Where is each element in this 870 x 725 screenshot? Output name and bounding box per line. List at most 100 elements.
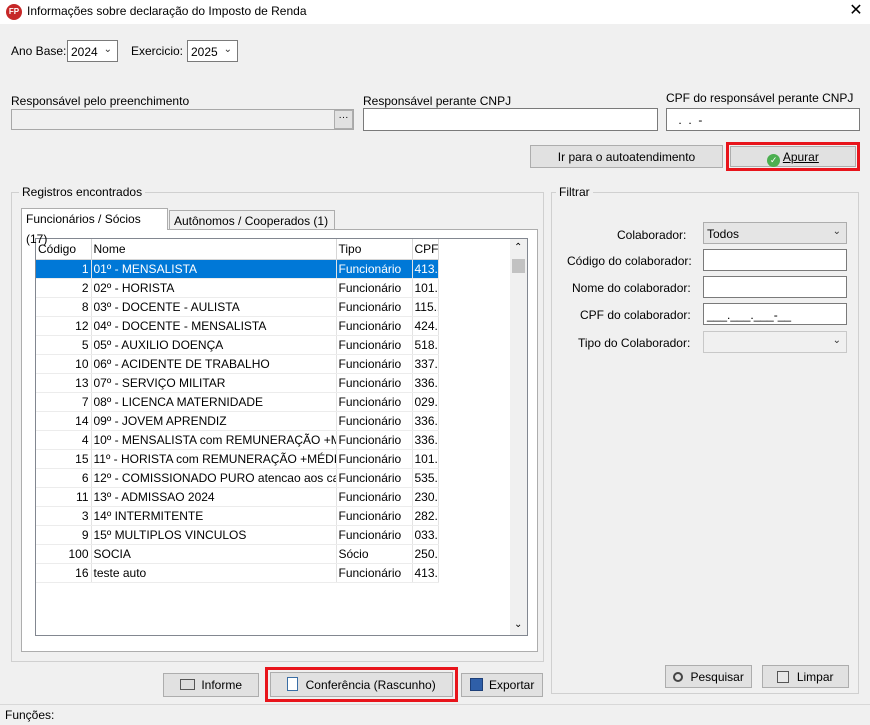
- cell-codigo: 15: [36, 449, 92, 469]
- resp-preenchimento-label: Responsável pelo preenchimento: [11, 94, 190, 108]
- col-nome[interactable]: Nome: [91, 239, 337, 260]
- funcoes-label: Funções:: [5, 708, 55, 722]
- table-row[interactable]: 202º - HORISTAFuncionário101.2: [36, 278, 439, 298]
- table-row[interactable]: 1409º - JOVEM APRENDIZFuncionário336.0: [36, 411, 439, 431]
- cell-codigo: 10: [36, 354, 92, 374]
- table-row[interactable]: 612º - COMISSIONADO PURO atencao aos cam…: [36, 468, 439, 488]
- cpf-resp-value: . . -: [675, 113, 703, 127]
- scroll-up-icon[interactable]: ⌃: [514, 242, 522, 253]
- cell-nome: 09º - JOVEM APRENDIZ: [91, 411, 337, 431]
- conferencia-label: Conferência (Rascunho): [305, 678, 436, 692]
- table-row[interactable]: 101º - MENSALISTAFuncionário413.5: [36, 259, 439, 279]
- ano-base-select[interactable]: 2024 ⌄: [67, 40, 118, 62]
- table-row[interactable]: 1307º - SERVIÇO MILITARFuncionário336.0: [36, 373, 439, 393]
- col-tipo[interactable]: Tipo: [336, 239, 413, 260]
- registros-grid[interactable]: Código Nome Tipo CPF 1 01º - MENSALISTA Fu…: [35, 238, 528, 636]
- cell-tipo: Funcionário: [336, 506, 413, 526]
- title-bar: FP Informações sobre declaração do Impos…: [0, 0, 870, 24]
- exportar-button[interactable]: Exportar: [461, 673, 543, 697]
- table-row[interactable]: 803º - DOCENTE - AULISTAFuncionário115.1: [36, 297, 439, 317]
- chevron-down-icon: ⌄: [223, 44, 232, 55]
- cpf-value: ___.___.___-__: [707, 308, 792, 322]
- resp-preenchimento-field[interactable]: [11, 109, 354, 130]
- tab-autonomos[interactable]: Autônomos / Cooperados (1): [169, 210, 335, 230]
- cell-nome: 03º - DOCENTE - AULISTA: [91, 297, 337, 317]
- eraser-icon: [777, 671, 790, 683]
- cell-tipo: Funcionário: [336, 468, 413, 488]
- cell-codigo: 7: [36, 392, 92, 412]
- table-row[interactable]: 16teste autoFuncionário413.1: [36, 563, 439, 583]
- cell-codigo: 4: [36, 430, 92, 450]
- ano-base-label: Ano Base:: [11, 44, 67, 58]
- ellipsis-button[interactable]: ···: [334, 110, 353, 129]
- col-cpf[interactable]: CPF: [412, 239, 439, 260]
- apurar-label: Apurar: [782, 150, 819, 164]
- cell-codigo: 8: [36, 297, 92, 317]
- ano-base-value: 2024: [71, 45, 98, 59]
- cell-codigo: 14: [36, 411, 92, 431]
- cell-codigo: 6: [36, 468, 92, 488]
- cell-tipo: Sócio: [336, 544, 413, 564]
- scroll-down-icon[interactable]: ⌄: [514, 619, 522, 630]
- exercicio-select[interactable]: 2025 ⌄: [187, 40, 238, 62]
- document-icon: [287, 677, 299, 691]
- cpf-input[interactable]: ___.___.___-__: [703, 303, 847, 325]
- cell-tipo: Funcionário: [336, 411, 413, 431]
- cell-tipo: Funcionário: [336, 430, 413, 450]
- table-row[interactable]: 505º - AUXILIO DOENÇAFuncionário518.1: [36, 335, 439, 355]
- exercicio-value: 2025: [191, 45, 218, 59]
- resp-cnpj-field[interactable]: [363, 108, 658, 131]
- tipo-select[interactable]: ⌄: [703, 331, 847, 353]
- chevron-down-icon: ⌄: [103, 44, 112, 55]
- cpf-label: CPF do colaborador:: [580, 308, 691, 322]
- table-row[interactable]: 10 06º - ACIDENTE DE TRABALHO Funcionário 3…: [36, 354, 439, 374]
- close-icon[interactable]: ✕: [846, 1, 866, 21]
- conferencia-button[interactable]: Conferência (Rascunho): [270, 672, 453, 697]
- cell-cpf: 336.0: [412, 430, 439, 450]
- nome-label: Nome do colaborador:: [572, 281, 691, 295]
- cell-tipo: Funcionário: [336, 316, 413, 336]
- limpar-button[interactable]: Limpar: [762, 665, 849, 688]
- colaborador-select[interactable]: Todos ⌄: [703, 222, 847, 244]
- cell-codigo: 3: [36, 506, 92, 526]
- autoatendimento-button[interactable]: Ir para o autoatendimento: [530, 145, 723, 168]
- table-row[interactable]: 410º - MENSALISTA com REMUNERAÇÃO +MÉDIA…: [36, 430, 439, 450]
- nome-input[interactable]: [703, 276, 847, 298]
- codigo-input[interactable]: [703, 249, 847, 271]
- cell-cpf: 336.0: [412, 411, 439, 431]
- cell-cpf: 337.2: [412, 354, 439, 374]
- informe-button[interactable]: Informe: [163, 673, 259, 697]
- cell-tipo: Funcionário: [336, 354, 413, 374]
- cell-tipo: Funcionário: [336, 563, 413, 583]
- limpar-label: Limpar: [796, 670, 834, 684]
- cell-tipo: Funcionário: [336, 259, 413, 279]
- vertical-scrollbar[interactable]: ⌃ ⌄: [510, 239, 527, 635]
- pesquisar-button[interactable]: Pesquisar: [665, 665, 752, 688]
- table-row[interactable]: 12 04º - DOCENTE - MENSALISTA Funcionário 4…: [36, 316, 439, 336]
- cell-tipo: Funcionário: [336, 297, 413, 317]
- cpf-resp-field[interactable]: . . -: [666, 108, 860, 131]
- table-row[interactable]: 7 08º - LICENCA MATERNIDADE Funcionário 029…: [36, 392, 439, 412]
- tab-funcionarios[interactable]: Funcionários / Sócios (17): [21, 208, 168, 246]
- autoatendimento-label: Ir para o autoatendimento: [557, 150, 696, 164]
- check-icon: ✓: [767, 154, 781, 167]
- cell-nome: 04º - DOCENTE - MENSALISTA: [91, 316, 337, 336]
- table-row[interactable]: 100SOCIASócio250.9: [36, 544, 439, 564]
- table-row[interactable]: 314º INTERMITENTEFuncionário282.2: [36, 506, 439, 526]
- cell-codigo: 100: [36, 544, 92, 564]
- cell-codigo: 11: [36, 487, 92, 507]
- cell-tipo: Funcionário: [336, 373, 413, 393]
- colaborador-label: Colaborador:: [617, 228, 687, 242]
- table-row[interactable]: 915º MULTIPLOS VINCULOSFuncionário033.1: [36, 525, 439, 545]
- chevron-down-icon: ⌄: [832, 335, 841, 346]
- save-icon: [469, 678, 483, 691]
- codigo-label: Código do colaborador:: [567, 254, 692, 268]
- scroll-thumb[interactable]: [512, 259, 525, 273]
- apurar-button[interactable]: ✓ Apurar: [730, 146, 856, 167]
- cell-cpf: 250.9: [412, 544, 439, 564]
- exportar-label: Exportar: [488, 678, 535, 692]
- table-row[interactable]: 1113º - ADMISSAO 2024Funcionário230.5: [36, 487, 439, 507]
- cell-nome: 13º - ADMISSAO 2024: [91, 487, 337, 507]
- table-row[interactable]: 15 11º - HORISTA com REMUNERAÇÃO +MÉDIA Fu…: [36, 449, 439, 469]
- cell-codigo: 16: [36, 563, 92, 583]
